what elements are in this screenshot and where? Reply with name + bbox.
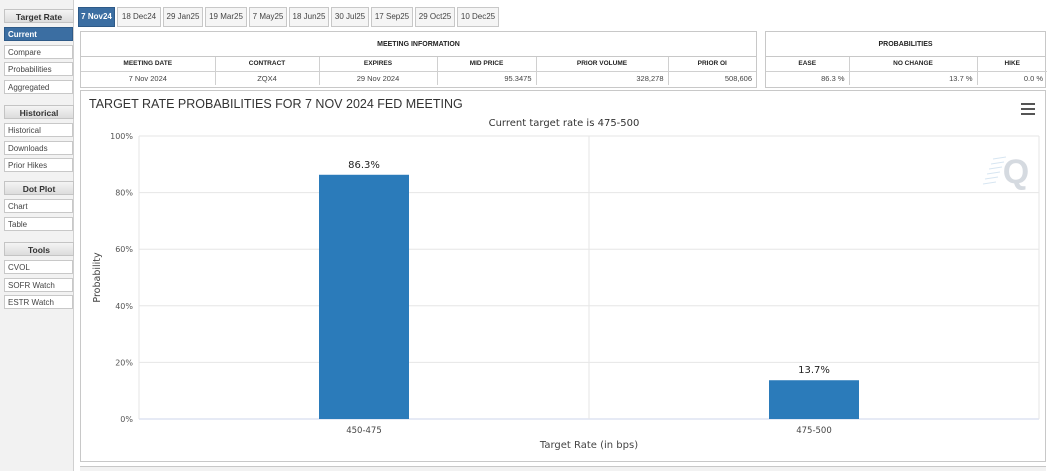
contract-value: ZQX4 [215, 71, 320, 85]
sidebar-heading-historical: Historical [4, 105, 74, 119]
sidebar-heading-tools: Tools [4, 242, 74, 256]
tab-17-sep25[interactable]: 17 Sep25 [371, 7, 413, 27]
tab-18-jun25[interactable]: 18 Jun25 [289, 7, 329, 27]
sidebar: Target Rate Current Compare Probabilities Ag… [0, 0, 74, 471]
tab-29-oct25[interactable]: 29 Oct25 [415, 7, 455, 27]
tab-30-jul25[interactable]: 30 Jul25 [331, 7, 369, 27]
sidebar-heading-target-rate: Target Rate [4, 9, 74, 23]
y-axis-label: Probability [92, 252, 103, 303]
table-row: 86.3 % 13.7 % 0.0 % [766, 71, 1047, 85]
hike-value: 0.0 % [1023, 73, 1043, 83]
probability-bar-chart: TARGET RATE PROBABILITIES FOR 7 NOV 2024… [89, 97, 1040, 451]
sidebar-item-cvol[interactable]: CVOL [4, 260, 73, 274]
header-meeting-date: MEETING DATE [81, 57, 216, 72]
probabilities-table: EASE NO CHANGE HIKE 86.3 % 13.7 % 0.0 % [766, 57, 1047, 85]
header-contract: CONTRACT [215, 57, 320, 72]
x-tick-label: 475-500 [796, 426, 832, 436]
hamburger-menu-icon[interactable] [1021, 103, 1035, 115]
sidebar-item-chart[interactable]: Chart [4, 199, 73, 213]
data-label: 86.3% [348, 160, 380, 171]
y-tick-label: 40% [115, 302, 133, 311]
bottom-strip [80, 466, 1046, 471]
sidebar-item-estr-watch[interactable]: ESTR Watch [4, 295, 73, 309]
chart-panel: TARGET RATE PROBABILITIES FOR 7 NOV 2024… [80, 90, 1046, 462]
tab-10-dec25[interactable]: 10 Dec25 [457, 7, 499, 27]
tab-29-jan25[interactable]: 29 Jan25 [163, 7, 203, 27]
meeting-information-panel: MEETING INFORMATION MEETING DATE CONTRAC… [80, 31, 757, 88]
probabilities-header-row: EASE NO CHANGE HIKE [766, 57, 1047, 72]
probabilities-title: PROBABILITIES [766, 32, 1045, 57]
probabilities-panel: PROBABILITIES EASE NO CHANGE HIKE 86.3 %… [765, 31, 1047, 88]
sidebar-item-downloads[interactable]: Downloads [4, 140, 73, 155]
chart-title: TARGET RATE PROBABILITIES FOR 7 NOV 2024… [89, 97, 463, 111]
meeting-information-title: MEETING INFORMATION [81, 32, 756, 57]
sidebar-item-aggregated[interactable]: Aggregated [4, 79, 73, 94]
sidebar-item-compare[interactable]: Compare [4, 44, 73, 59]
header-ease: EASE [766, 57, 850, 72]
header-hike: HIKE [977, 57, 1047, 72]
sidebar-heading-dot-plot: Dot Plot [4, 181, 74, 195]
y-tick-label: 20% [115, 358, 133, 367]
y-tick-label: 100% [110, 132, 133, 141]
y-tick-label: 0% [120, 415, 133, 424]
prior-volume-value: 328,278 [536, 71, 669, 85]
chart-subtitle: Current target rate is 475-500 [489, 118, 640, 129]
header-prior-oi: PRIOR OI [668, 57, 756, 72]
tab-7-nov24[interactable]: 7 Nov24 [78, 7, 115, 27]
data-label: 13.7% [798, 365, 830, 376]
sidebar-item-historical[interactable]: Historical [4, 123, 73, 137]
expires-value: 29 Nov 2024 [319, 71, 438, 85]
tab-7-may25[interactable]: 7 May25 [249, 7, 287, 27]
bar-450-475 [319, 174, 409, 419]
tab-19-mar25[interactable]: 19 Mar25 [205, 7, 247, 27]
prior-oi-value: 508,606 [724, 73, 752, 83]
header-prior-volume: PRIOR VOLUME [536, 57, 669, 72]
meeting-information-table: MEETING DATE CONTRACT EXPIRES MID PRICE … [81, 57, 756, 85]
meeting-header-row: MEETING DATE CONTRACT EXPIRES MID PRICE … [81, 57, 756, 72]
x-axis-label: Target Rate (in bps) [539, 440, 638, 451]
sidebar-item-prior-hikes[interactable]: Prior Hikes [4, 158, 73, 172]
sidebar-item-probabilities[interactable]: Probabilities [4, 62, 73, 76]
mid-price-value: 95.3475 [437, 71, 537, 85]
sidebar-item-current[interactable]: Current [4, 27, 73, 41]
sidebar-item-table[interactable]: Table [4, 216, 73, 231]
y-tick-label: 60% [115, 245, 133, 254]
table-row: 7 Nov 2024 ZQX4 29 Nov 2024 95.3475 328,… [81, 71, 756, 85]
header-expires: EXPIRES [319, 57, 438, 72]
sidebar-item-sofr-watch[interactable]: SOFR Watch [4, 277, 73, 292]
tab-18-dec24[interactable]: 18 Dec24 [117, 7, 161, 27]
bar-475-500 [769, 380, 859, 419]
header-no-change: NO CHANGE [849, 57, 978, 72]
y-tick-label: 80% [115, 189, 133, 198]
no-change-value: 13.7 % [849, 71, 978, 85]
svg-text:Q: Q [1003, 153, 1029, 191]
quikstrike-q-logo-icon: Q [982, 153, 1029, 191]
header-mid-price: MID PRICE [437, 57, 537, 72]
x-tick-label: 450-475 [346, 426, 382, 436]
ease-value: 86.3 % [766, 71, 850, 85]
meeting-date-value: 7 Nov 2024 [81, 71, 216, 85]
